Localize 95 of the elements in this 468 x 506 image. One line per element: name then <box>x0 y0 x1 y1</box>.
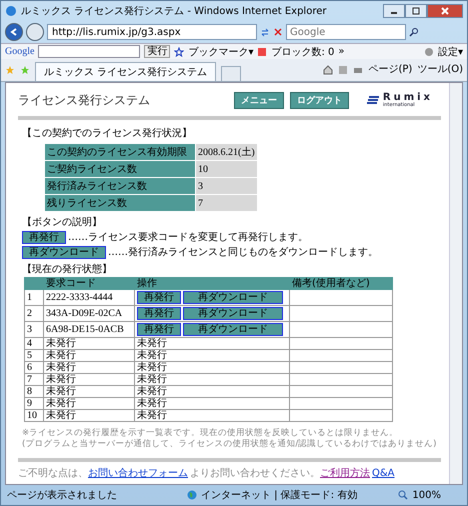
note-text: (プログラムと当サーバーが通信して、ライセンスの使用状態を通知/認識しているわけではありません) <box>22 439 438 450</box>
home-icon[interactable] <box>323 65 334 75</box>
row-number: 2 <box>24 306 44 322</box>
globe-icon <box>187 490 197 500</box>
table-cell: 2222-3333-4444 <box>44 290 134 306</box>
footer-link[interactable]: Q&A <box>372 468 395 479</box>
sample-button[interactable]: 再ダウンロード <box>22 246 106 258</box>
star-icon[interactable] <box>174 46 184 56</box>
row-number: 10 <box>24 410 44 422</box>
row-number: 7 <box>24 374 44 386</box>
footer-text: ご不明な点は、 <box>18 468 88 479</box>
info-value: 7 <box>196 195 257 211</box>
info-value: 10 <box>196 161 257 177</box>
tools-menu[interactable]: ツール(O) <box>417 62 463 76</box>
search-field[interactable]: Google <box>286 24 406 40</box>
settings-menu[interactable]: 設定▾ <box>438 44 463 58</box>
row-action-button[interactable]: 再発行 <box>137 307 181 320</box>
table-cell: 6A98-DE15-0ACB <box>44 322 134 338</box>
table-cell: 未発行 <box>44 374 134 386</box>
row-action-button[interactable]: 再ダウンロード <box>183 307 283 320</box>
button-description: ……発行済みライセンスと同じものをダウンロードします。 <box>108 246 378 259</box>
table-cell: 未発行 <box>134 362 290 374</box>
table-cell: 未発行 <box>44 362 134 374</box>
table-cell: 未発行 <box>134 338 290 350</box>
window-title: ルミックス ライセンス発行システム - Windows Internet Explorer <box>21 5 326 18</box>
scrollbar[interactable] <box>449 83 462 484</box>
page-title: ライセンス発行システム <box>18 92 150 108</box>
table-cell: 343A-D09E-02CA <box>44 306 134 322</box>
info-label: この契約のライセンス有効期限 <box>45 144 195 160</box>
table-cell: 未発行 <box>134 350 290 362</box>
address-field[interactable]: http://lis.rumix.jp/g3.aspx <box>47 24 257 40</box>
row-number: 9 <box>24 398 44 410</box>
row-number: 6 <box>24 362 44 374</box>
table-cell: 未発行 <box>134 398 290 410</box>
header-cell <box>24 278 44 290</box>
info-value: 2008.6.21(土) <box>196 144 257 160</box>
security-zone: インターネット | 保護モード: 有効 <box>201 488 358 502</box>
button-description: ……ライセンス要求コードを変更して再発行します。 <box>68 230 308 244</box>
google-search-field[interactable] <box>38 45 140 58</box>
table-cell: 未発行 <box>44 410 134 422</box>
table-cell: 未発行 <box>134 374 290 386</box>
info-label: 残りライセンス数 <box>45 195 195 211</box>
row-number: 3 <box>24 322 44 338</box>
table-cell: 未発行 <box>134 410 290 422</box>
note-text: ※ライセンスの発行履歴を示す一覧表です。現在の使用状態を反映しているとは限りません。 <box>22 428 400 438</box>
row-action-button[interactable]: 再発行 <box>137 323 181 336</box>
zoom-icon <box>398 490 408 500</box>
row-number: 5 <box>24 350 44 362</box>
logo-text: Rumix <box>382 92 433 102</box>
table-cell: 未発行 <box>44 386 134 398</box>
search-icon[interactable] <box>409 27 419 37</box>
column-header: 要求コード <box>44 278 134 290</box>
footer-link[interactable]: ご利用方法 <box>320 468 370 479</box>
minimize-button[interactable] <box>383 4 405 18</box>
sample-button[interactable]: 再発行 <box>22 230 66 244</box>
status-text: ページが表示されました <box>7 488 118 502</box>
info-label: ご契約ライセンス数 <box>45 161 195 177</box>
section-heading: 【この契約でのライセンス発行状況】 <box>22 126 193 140</box>
more-button[interactable]: » <box>338 46 345 57</box>
go-button[interactable]: 実行 <box>144 45 170 58</box>
blocked-count[interactable]: ブロック数: 0 <box>271 44 334 58</box>
back-button[interactable] <box>5 23 23 41</box>
info-value: 3 <box>196 178 257 194</box>
column-header: 操作 <box>134 278 290 290</box>
logo-icon <box>366 94 381 106</box>
maximize-icon <box>412 7 420 15</box>
google-logo: Google <box>5 46 34 57</box>
new-tab-button[interactable] <box>221 66 242 81</box>
refresh-icon[interactable] <box>260 27 270 37</box>
info-label: 発行済みライセンス数 <box>45 178 195 194</box>
table-cell: 未発行 <box>44 350 134 362</box>
favorites-star-icon[interactable] <box>5 65 15 75</box>
stop-icon[interactable] <box>273 27 283 37</box>
footer-link[interactable]: お問い合わせフォーム <box>88 468 188 479</box>
close-icon <box>441 7 449 15</box>
row-action-button[interactable]: 再ダウンロード <box>183 323 283 336</box>
bookmarks-menu[interactable]: ブックマーク▾ <box>188 44 254 58</box>
section-heading: 【現在の発行状態】 <box>22 262 113 276</box>
close-button[interactable] <box>427 4 463 18</box>
row-action-button[interactable]: 再ダウンロード <box>183 291 283 304</box>
row-number: 1 <box>24 290 44 306</box>
column-header: 備考(使用者など) <box>290 278 392 290</box>
zoom-level[interactable]: 100% <box>412 490 441 500</box>
row-number: 4 <box>24 338 44 350</box>
table-cell: 未発行 <box>44 398 134 410</box>
page-menu[interactable]: ページ(P) <box>368 62 412 76</box>
section-heading: 【ボタンの説明】 <box>22 216 103 229</box>
browser-tab[interactable]: ルミックス ライセンス発行システム <box>35 62 216 81</box>
forward-button[interactable] <box>26 23 44 41</box>
row-action-button[interactable]: 再発行 <box>137 291 181 304</box>
row-number: 8 <box>24 386 44 398</box>
table-cell: 未発行 <box>134 386 290 398</box>
footer-text: よりお問い合わせください。 <box>190 468 320 479</box>
table-cell: 未発行 <box>44 338 134 350</box>
maximize-button[interactable] <box>405 4 427 18</box>
